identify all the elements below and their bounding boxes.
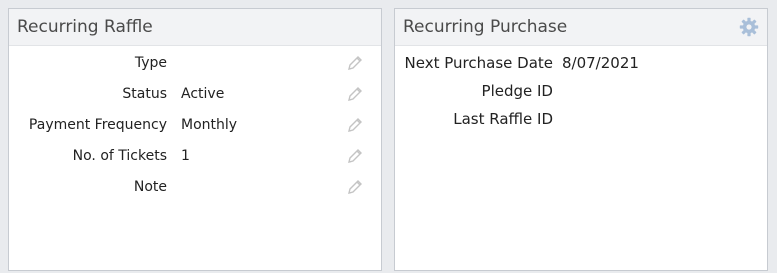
field-row-pledge-id: Pledge ID xyxy=(395,79,767,107)
pencil-icon[interactable] xyxy=(346,178,364,196)
field-row-payment-frequency: Payment Frequency Monthly xyxy=(9,113,381,144)
field-row-note: Note xyxy=(9,175,381,206)
field-row-type: Type xyxy=(9,51,381,82)
field-label: Type xyxy=(134,55,167,71)
field-row-no-of-tickets: No. of Tickets 1 xyxy=(9,144,381,175)
field-value: 8/07/2021 xyxy=(562,54,639,72)
pencil-icon[interactable] xyxy=(346,147,364,165)
field-value: 1 xyxy=(181,148,190,164)
pencil-icon[interactable] xyxy=(346,85,364,103)
recurring-purchase-panel: Recurring Purchase Next Purchase Date 8/… xyxy=(394,8,768,271)
field-label: Pledge ID xyxy=(481,82,553,100)
field-row-last-raffle-id: Last Raffle ID xyxy=(395,107,767,135)
field-label: No. of Tickets xyxy=(72,148,167,164)
field-row-status: Status Active xyxy=(9,82,381,113)
recurring-raffle-panel: Recurring Raffle Type Status Active Paym… xyxy=(8,8,382,271)
recurring-purchase-header: Recurring Purchase xyxy=(395,9,767,46)
field-value: Active xyxy=(181,86,225,102)
field-label: Status xyxy=(122,86,167,102)
pencil-icon[interactable] xyxy=(346,116,364,134)
gear-icon[interactable] xyxy=(739,17,759,37)
field-label: Last Raffle ID xyxy=(453,110,553,128)
field-value: Monthly xyxy=(181,117,238,133)
field-row-next-purchase-date: Next Purchase Date 8/07/2021 xyxy=(395,51,767,79)
recurring-purchase-title: Recurring Purchase xyxy=(403,17,568,37)
field-label: Next Purchase Date xyxy=(404,54,553,72)
recurring-raffle-title: Recurring Raffle xyxy=(17,17,153,37)
field-label: Payment Frequency xyxy=(28,117,167,133)
field-label: Note xyxy=(133,179,167,195)
recurring-raffle-header: Recurring Raffle xyxy=(9,9,381,46)
pencil-icon[interactable] xyxy=(346,54,364,72)
